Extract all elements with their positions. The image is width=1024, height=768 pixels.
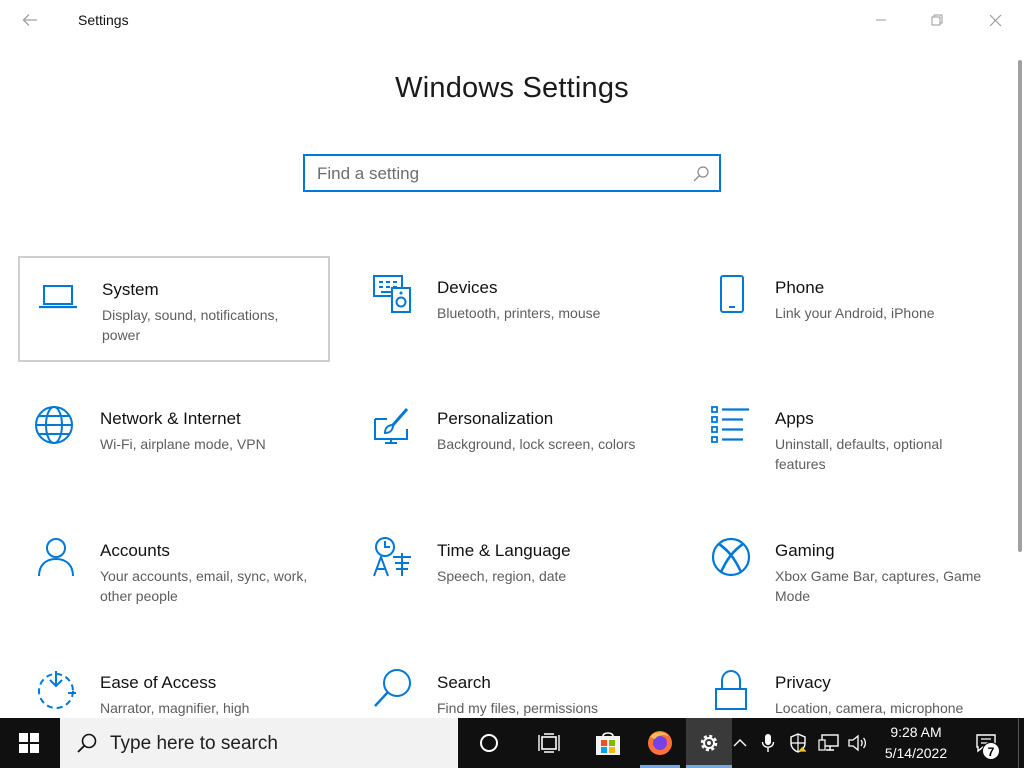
magnifier-icon <box>374 669 411 707</box>
taskbar: Type here to search 9:28 AM 5/14/2022 <box>0 718 1024 768</box>
tile-title: Privacy <box>775 673 831 692</box>
search-input[interactable] <box>317 163 687 185</box>
tile-description: Uninstall, defaults, optional features <box>775 436 943 472</box>
search-icon[interactable] <box>692 165 710 183</box>
clock-date: 5/14/2022 <box>884 745 948 761</box>
title-bar: Settings <box>0 0 1024 40</box>
security-shield-icon <box>790 733 807 753</box>
tile-description: Find my files, permissions <box>437 700 599 716</box>
firefox-app-button[interactable] <box>636 718 684 768</box>
tile-personalization[interactable]: Personalization Background, lock screen,… <box>355 387 667 493</box>
clock-time: 9:28 AM <box>890 724 942 740</box>
tile-title: Apps <box>775 409 814 428</box>
tile-description: Bluetooth, printers, mouse <box>437 305 601 321</box>
tile-title: Search <box>437 673 491 692</box>
xbox-icon <box>711 537 751 577</box>
apps-list-icon <box>711 406 749 443</box>
firefox-icon <box>648 731 672 755</box>
close-icon <box>989 14 1001 26</box>
tile-accounts[interactable]: Accounts Your accounts, email, sync, wor… <box>18 519 330 625</box>
time-language-icon <box>373 537 411 577</box>
globe-icon <box>35 406 73 444</box>
phone-icon <box>720 275 744 313</box>
tile-time-language[interactable]: Time & Language Speech, region, date <box>355 519 667 625</box>
store-icon <box>596 732 620 755</box>
tile-description: Wi-Fi, airplane mode, VPN <box>100 436 266 452</box>
tile-apps[interactable]: Apps Uninstall, defaults, optional featu… <box>693 387 1005 493</box>
security-tray-button[interactable] <box>784 718 812 768</box>
tile-description: Background, lock screen, colors <box>437 436 636 452</box>
notification-count-badge: 7 <box>982 742 1000 760</box>
paintbrush-icon <box>374 408 409 444</box>
store-app-button[interactable] <box>584 718 632 768</box>
tile-title: Time & Language <box>437 541 571 560</box>
cortana-button[interactable] <box>466 718 512 768</box>
tile-description: Location, camera, microphone <box>775 700 964 716</box>
tile-description: Display, sound, notifications, power <box>102 307 279 343</box>
maximize-button[interactable] <box>914 0 960 40</box>
back-arrow-icon <box>22 14 37 26</box>
minimize-button[interactable] <box>858 0 904 40</box>
show-hidden-icons-button[interactable] <box>726 718 754 768</box>
vertical-scrollbar[interactable] <box>1018 60 1022 552</box>
settings-search-box[interactable] <box>303 154 721 192</box>
search-icon <box>77 733 97 753</box>
tile-system[interactable]: System Display, sound, notifications, po… <box>18 256 330 362</box>
close-button[interactable] <box>972 0 1018 40</box>
minimize-icon <box>876 19 886 21</box>
tile-title: Gaming <box>775 541 835 560</box>
tile-devices[interactable]: Devices Bluetooth, printers, mouse <box>355 256 667 362</box>
back-button[interactable] <box>14 6 46 34</box>
settings-gear-icon <box>700 734 718 752</box>
microphone-tray-button[interactable] <box>754 718 782 768</box>
tile-gaming[interactable]: Gaming Xbox Game Bar, captures, Game Mod… <box>693 519 1005 625</box>
devices-icon <box>373 275 411 313</box>
tile-title: Ease of Access <box>100 673 217 692</box>
tile-description: Narrator, magnifier, high <box>100 700 250 716</box>
taskbar-clock[interactable]: 9:28 AM 5/14/2022 <box>874 722 958 764</box>
ease-of-access-icon <box>38 671 76 709</box>
tile-phone[interactable]: Phone Link your Android, iPhone <box>693 256 1005 362</box>
tile-description: Speech, region, date <box>437 568 567 584</box>
show-desktop-button[interactable] <box>1018 718 1024 768</box>
tile-description: Your accounts, email, sync, work, other … <box>100 568 308 604</box>
tile-title: System <box>102 280 159 299</box>
window-title: Settings <box>78 12 129 28</box>
network-icon <box>818 734 839 751</box>
tile-description: Link your Android, iPhone <box>775 305 935 321</box>
tile-title: Personalization <box>437 409 554 428</box>
windows-start-icon <box>19 733 39 753</box>
maximize-icon <box>931 14 943 26</box>
task-view-icon <box>538 733 560 753</box>
network-tray-button[interactable] <box>815 718 843 768</box>
microphone-icon <box>761 734 775 752</box>
laptop-icon <box>39 285 77 309</box>
start-button[interactable] <box>0 718 58 768</box>
cortana-icon <box>480 734 498 752</box>
tile-description: Xbox Game Bar, captures, Game Mode <box>775 568 982 604</box>
chevron-up-icon <box>733 739 747 747</box>
tile-title: Phone <box>775 278 825 297</box>
lock-icon <box>715 669 747 710</box>
tile-title: Network & Internet <box>100 409 241 428</box>
tile-title: Devices <box>437 278 498 297</box>
person-icon <box>38 538 74 577</box>
page-title: Windows Settings <box>395 72 629 104</box>
tile-title: Accounts <box>100 541 170 560</box>
tile-network-internet[interactable]: Network & Internet Wi-Fi, airplane mode,… <box>18 387 330 493</box>
taskbar-search-placeholder: Type here to search <box>110 733 278 754</box>
volume-tray-button[interactable] <box>844 718 872 768</box>
task-view-button[interactable] <box>526 718 572 768</box>
taskbar-search-box[interactable]: Type here to search <box>60 718 458 768</box>
volume-icon <box>848 734 867 752</box>
